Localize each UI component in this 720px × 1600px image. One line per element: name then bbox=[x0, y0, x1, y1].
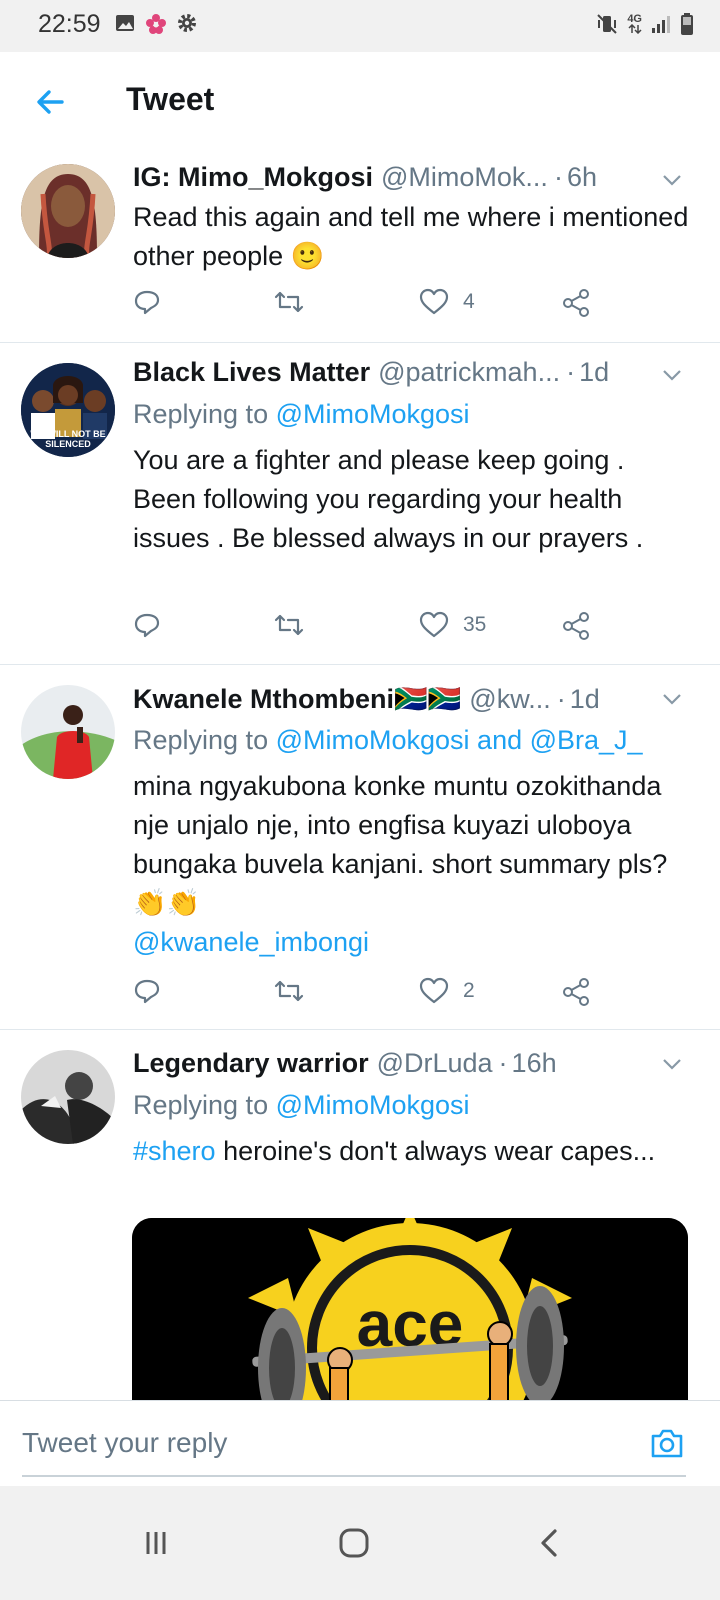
mute-vibrate-icon bbox=[597, 14, 618, 34]
recent-apps-icon bbox=[146, 1532, 166, 1554]
composer-underline bbox=[22, 1475, 686, 1477]
reply-button[interactable] bbox=[133, 288, 161, 316]
avatar-image bbox=[21, 685, 115, 779]
replying-to: Replying to @MimoMokgosi and @Bra_J_ bbox=[133, 725, 643, 755]
share-button[interactable] bbox=[561, 977, 591, 1007]
tweet-actions: 2 bbox=[133, 977, 603, 1017]
back-button[interactable] bbox=[30, 82, 70, 122]
system-nav-bar bbox=[0, 1486, 720, 1600]
heart-icon bbox=[419, 977, 449, 1004]
reply-button[interactable] bbox=[133, 611, 161, 639]
mention-link[interactable]: @MimoMokgosi bbox=[276, 1090, 470, 1120]
image-icon bbox=[116, 15, 134, 31]
replying-to: Replying to @MimoMokgosi bbox=[133, 1090, 470, 1120]
avatar[interactable] bbox=[21, 685, 115, 779]
chevron-down-icon[interactable] bbox=[660, 363, 684, 387]
heart-icon bbox=[419, 611, 449, 638]
mention-link[interactable]: @kwanele_imbongi bbox=[133, 927, 369, 957]
share-icon bbox=[563, 612, 589, 640]
app-bar bbox=[0, 52, 720, 151]
chevron-down-icon[interactable] bbox=[660, 168, 684, 192]
avatar-image bbox=[21, 1050, 115, 1144]
tweet-time[interactable]: 1d bbox=[579, 357, 609, 388]
mention-link[interactable]: @MimoMokgosi bbox=[276, 399, 470, 429]
share-icon bbox=[563, 289, 589, 317]
avatar-image bbox=[21, 164, 115, 258]
chevron-down-icon[interactable] bbox=[660, 687, 684, 711]
hashtag-link[interactable]: #shero bbox=[133, 1136, 216, 1166]
reply-input[interactable] bbox=[22, 1419, 622, 1467]
flag-emoji: 🇿🇦🇿🇦 bbox=[394, 684, 462, 714]
tweet[interactable]: IG: Mimo_Mokgosi @MimoMok... · 6h Read t… bbox=[0, 150, 720, 343]
emoji: 👏👏 bbox=[133, 888, 201, 918]
author-name[interactable]: Kwanele Mthombeni🇿🇦🇿🇦 bbox=[133, 683, 461, 715]
tweet-text: #shero heroine's don't always wear capes… bbox=[133, 1136, 656, 1166]
author-name[interactable]: Legendary warrior bbox=[133, 1048, 369, 1079]
like-button[interactable]: 35 bbox=[419, 611, 486, 639]
back-icon bbox=[541, 1529, 557, 1557]
tweet[interactable]: Kwanele Mthombeni🇿🇦🇿🇦 @kw... · 1d Replyi… bbox=[0, 665, 720, 1030]
retweet-button[interactable] bbox=[273, 288, 305, 316]
author-handle[interactable]: @MimoMok... bbox=[381, 162, 548, 193]
author-handle[interactable]: @kw... bbox=[469, 684, 550, 715]
home-button[interactable] bbox=[324, 1520, 384, 1566]
tweet-media-image[interactable]: ace bbox=[132, 1218, 688, 1408]
reply-icon bbox=[134, 290, 160, 315]
share-button[interactable] bbox=[561, 611, 591, 641]
tweet-actions: 4 bbox=[133, 288, 603, 328]
arrow-left-icon bbox=[37, 90, 64, 114]
tweet-actions: 35 bbox=[133, 611, 603, 651]
tweet-time[interactable]: 1d bbox=[570, 684, 600, 715]
share-icon bbox=[563, 978, 589, 1006]
camera-icon[interactable] bbox=[648, 1425, 686, 1463]
like-count: 35 bbox=[463, 613, 487, 636]
replying-to: Replying to @MimoMokgosi bbox=[133, 399, 470, 429]
reply-icon bbox=[134, 613, 160, 638]
retweet-icon bbox=[274, 980, 304, 1002]
author-name[interactable]: IG: Mimo_Mokgosi bbox=[133, 162, 373, 193]
mention-link[interactable]: @MimoMokgosi and @Bra_J_ bbox=[276, 725, 643, 755]
status-bar: 22:59 4G bbox=[0, 0, 720, 52]
heart-icon bbox=[419, 288, 449, 315]
like-count: 4 bbox=[463, 290, 475, 313]
tweet-text: mina ngyakubona konke muntu ozokithanda … bbox=[133, 771, 668, 957]
retweet-icon bbox=[274, 291, 304, 313]
page-title: Tweet bbox=[126, 81, 215, 117]
settings-icon bbox=[178, 14, 196, 32]
network-4g-icon bbox=[628, 24, 642, 34]
chevron-down-icon[interactable] bbox=[660, 1052, 684, 1076]
media-illustration: ace bbox=[132, 1218, 688, 1408]
author-name[interactable]: Black Lives Matter bbox=[133, 357, 370, 388]
reply-composer bbox=[0, 1400, 720, 1487]
like-button[interactable]: 4 bbox=[419, 288, 475, 316]
author-handle[interactable]: @DrLuda bbox=[377, 1048, 493, 1079]
emoji: 🙂 bbox=[290, 241, 325, 271]
tweet-time[interactable]: 6h bbox=[567, 162, 597, 193]
recent-apps-button[interactable] bbox=[126, 1520, 186, 1566]
like-count: 2 bbox=[463, 979, 475, 1002]
reply-icon bbox=[134, 979, 160, 1004]
status-time: 22:59 bbox=[38, 10, 101, 38]
avatar[interactable] bbox=[21, 164, 115, 258]
share-button[interactable] bbox=[561, 288, 591, 318]
retweet-button[interactable] bbox=[273, 977, 305, 1005]
tweet-time[interactable]: 16h bbox=[512, 1048, 557, 1079]
like-button[interactable]: 2 bbox=[419, 977, 475, 1005]
tweet-text: Read this again and tell me where i ment… bbox=[133, 198, 690, 276]
network-4g-label: 4G bbox=[627, 13, 642, 25]
flower-icon bbox=[146, 14, 166, 34]
author-handle[interactable]: @patrickmah... bbox=[378, 357, 560, 388]
avatar[interactable] bbox=[21, 1050, 115, 1144]
retweet-button[interactable] bbox=[273, 611, 305, 639]
home-icon bbox=[339, 1528, 369, 1558]
tweet-text: You are a fighter and please keep going … bbox=[133, 445, 644, 553]
avatar-caption: WE WILL NOT BE SILENCED bbox=[30, 429, 106, 449]
battery-icon bbox=[681, 13, 693, 35]
system-back-button[interactable] bbox=[520, 1520, 580, 1566]
signal-icon bbox=[652, 16, 670, 33]
retweet-icon bbox=[274, 614, 304, 636]
tweet[interactable]: WE WILL NOT BE SILENCED Black Lives Matt… bbox=[0, 343, 720, 665]
avatar[interactable]: WE WILL NOT BE SILENCED bbox=[21, 363, 115, 457]
reply-button[interactable] bbox=[133, 977, 161, 1005]
